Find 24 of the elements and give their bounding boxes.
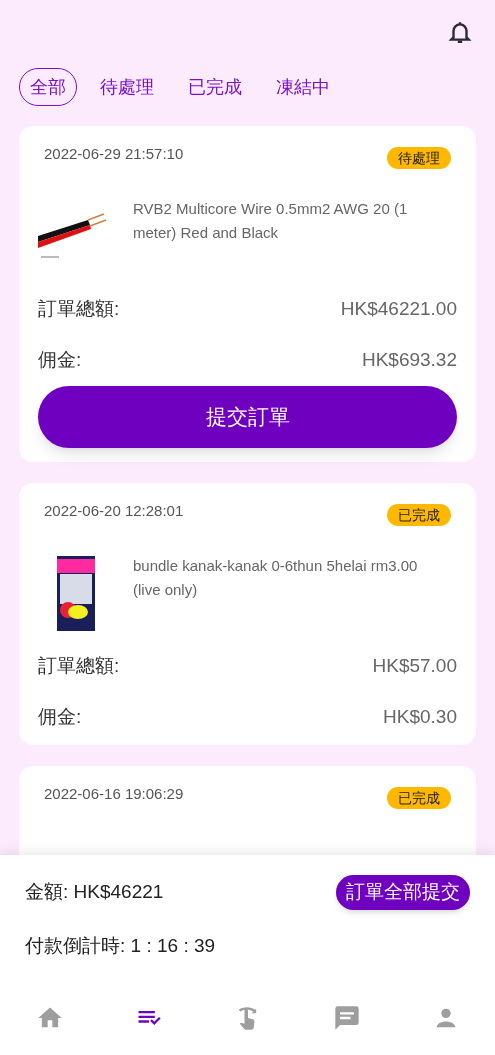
total-amount: HK$57.00 [372, 654, 457, 678]
total-amount: HK$46221.00 [340, 297, 457, 321]
order-datetime: 2022-06-20 12:28:01 [44, 501, 184, 521]
total-label: 訂單總額: [38, 654, 120, 678]
filter-tab[interactable]: 已完成 [177, 68, 253, 106]
product-title: bundle kanak-kanak 0-6thun 5helai rm3.00 (live only) [133, 556, 419, 600]
filter-tab[interactable]: 待處理 [89, 68, 165, 106]
total-label: 訂單總額: [38, 297, 120, 321]
commission-label: 佣金: [38, 704, 82, 729]
commission-label: 佣金: [38, 347, 82, 372]
amount-text: 金額: HK$46221 [25, 880, 164, 904]
product-title: RVB2 Multicore Wire 0.5mm2 AWG 20 (1 meter) Red and Black [133, 199, 409, 243]
commission-amount: HK$693.32 [361, 347, 457, 372]
submit-order-button[interactable]: 提交訂單 [38, 386, 457, 448]
status-badge: 已完成 [387, 787, 451, 809]
payment-countdown: 付款倒計時: 1 : 16 : 39 [25, 933, 217, 958]
order-datetime: 2022-06-16 19:06:29 [44, 784, 184, 804]
commission-amount: HK$0.30 [383, 704, 457, 729]
filter-tab[interactable]: 凍結中 [265, 68, 341, 106]
submit-all-orders-button[interactable]: 訂單全部提交 [336, 874, 470, 910]
status-badge: 已完成 [387, 504, 451, 526]
chat-icon[interactable] [332, 1003, 361, 1032]
order-datetime: 2022-06-29 21:57:10 [44, 144, 184, 164]
status-badge: 待處理 [387, 147, 451, 169]
